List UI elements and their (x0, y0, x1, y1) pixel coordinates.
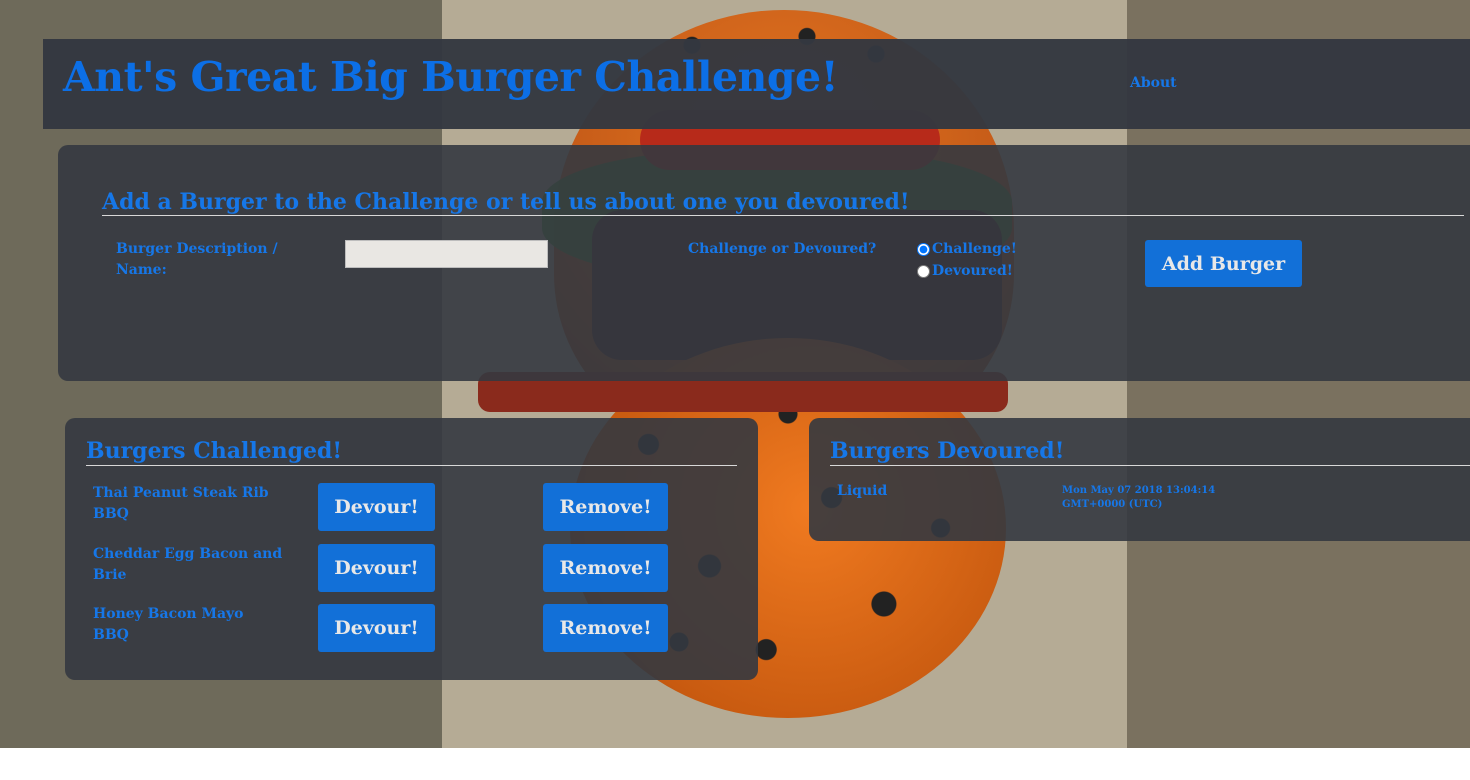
devoured-heading: Burgers Devoured! (830, 438, 1065, 464)
devour-button[interactable]: Devour! (318, 544, 435, 592)
site-title: Ant's Great Big Burger Challenge! (63, 53, 839, 101)
description-label: Burger Description / Name: (116, 241, 278, 278)
remove-button[interactable]: Remove! (543, 604, 668, 652)
radio-option-challenge[interactable]: Challenge! (917, 241, 1017, 257)
navbar: Ant's Great Big Burger Challenge! About (43, 39, 1470, 129)
add-burger-button[interactable]: Add Burger (1145, 240, 1302, 287)
nav-about-link[interactable]: About (1130, 75, 1177, 91)
devour-button[interactable]: Devour! (318, 604, 435, 652)
challenge-radio[interactable] (917, 242, 930, 256)
devoured-radio-label: Devoured! (932, 263, 1013, 279)
burger-name: Thai Peanut Steak Rib BBQ (93, 485, 269, 522)
radio-option-devoured[interactable]: Devoured! (917, 263, 1013, 279)
burger-name: Cheddar Egg Bacon and Brie (93, 546, 283, 583)
devoured-divider (830, 465, 1470, 466)
choice-label: Challenge or Devoured? (688, 241, 877, 257)
devoured-radio[interactable] (917, 264, 930, 278)
add-burger-form: Add a Burger to the Challenge or tell us… (58, 145, 1470, 381)
challenged-divider (86, 465, 737, 466)
devoured-panel: Burgers Devoured! Liquid Mon May 07 2018… (809, 418, 1470, 541)
devoured-burger-name: Liquid (837, 483, 888, 499)
burger-name: Honey Bacon Mayo BBQ (93, 606, 244, 643)
devoured-date: Mon May 07 2018 13:04:14 GMT+0000 (UTC) (1062, 485, 1216, 510)
devour-button[interactable]: Devour! (318, 483, 435, 531)
challenged-panel: Burgers Challenged! Thai Peanut Steak Ri… (65, 418, 758, 680)
form-divider (102, 215, 1464, 216)
remove-button[interactable]: Remove! (543, 544, 668, 592)
form-heading: Add a Burger to the Challenge or tell us… (102, 189, 910, 215)
challenge-radio-label: Challenge! (932, 241, 1017, 257)
burger-description-input[interactable] (345, 240, 548, 268)
remove-button[interactable]: Remove! (543, 483, 668, 531)
challenged-heading: Burgers Challenged! (86, 438, 343, 464)
